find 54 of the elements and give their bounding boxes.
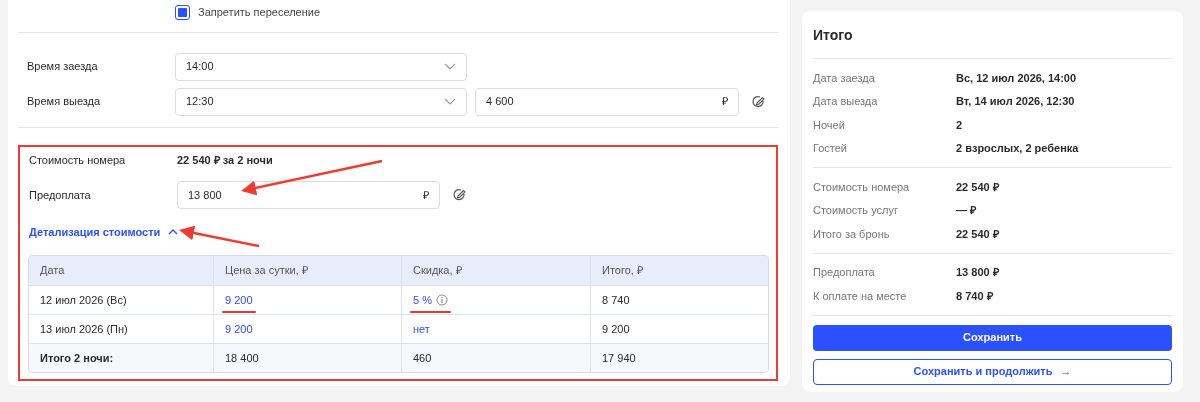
value-link[interactable]: 9 200	[225, 291, 253, 309]
highlight-underline	[410, 311, 451, 314]
summary-label: Ночей	[813, 117, 846, 133]
chevron-up-icon	[168, 228, 179, 236]
summary-label: К оплате на месте	[813, 288, 908, 304]
chevron-down-icon	[444, 97, 456, 106]
summary-value: 22 540 ₽	[956, 179, 999, 195]
checkbox[interactable]	[175, 4, 190, 20]
summary-label: Предоплата	[813, 265, 876, 280]
checkbox-label[interactable]: Запретить переселение	[198, 3, 321, 21]
time-select[interactable]: 14:00	[175, 52, 467, 81]
summary-value: — ₽	[956, 203, 977, 218]
save-continue-button[interactable]: Сохранить и продолжить →	[813, 358, 1172, 385]
chevron-down-icon	[444, 62, 456, 71]
summary-label: Итого за бронь	[813, 226, 891, 242]
table-cell: 460	[402, 343, 591, 372]
summary-value: 2	[956, 117, 963, 133]
column-header: Цена за сутки, ₽	[214, 256, 402, 285]
details-toggle[interactable]: Детализация стоимости	[29, 223, 179, 241]
table-cell: 18 400	[214, 343, 402, 372]
summary-label: Гостей	[813, 141, 848, 156]
summary-value: 22 540 ₽	[956, 226, 999, 242]
table-cell: 8 740	[591, 285, 768, 314]
field-label: Время выезда	[26, 94, 102, 110]
time-select[interactable]: 12:30	[175, 87, 467, 116]
column-header: Скидка, ₽	[402, 256, 591, 285]
field-label: Стоимость номера	[28, 152, 127, 168]
save-button[interactable]: Сохранить	[813, 324, 1172, 351]
column-header: Итого, ₽	[591, 256, 768, 285]
summary-title: Итого	[813, 26, 854, 45]
highlight-underline	[222, 311, 256, 314]
amount-field[interactable]: 4 600 ₽	[475, 87, 739, 116]
table-cell: 17 940	[591, 343, 768, 372]
summary-value: 13 800 ₽	[956, 265, 999, 280]
field-label: Предоплата	[28, 187, 92, 203]
table-cell: Итого 2 ночи:	[29, 343, 214, 372]
field-label: Время заезда	[26, 59, 99, 75]
column-header: Дата	[29, 256, 214, 285]
room-cost-value: 22 540 ₽ за 2 ночи	[177, 152, 273, 168]
summary-value: 8 740 ₽	[956, 288, 993, 304]
summary-label: Дата выезда	[813, 94, 879, 109]
edit-icon[interactable]	[452, 188, 466, 202]
summary-label: Стоимость номера	[813, 179, 911, 195]
prepayment-field[interactable]: 13 800 ₽	[177, 181, 440, 209]
value-link[interactable]: 5 %	[413, 291, 432, 309]
summary-label: Стоимость услуг	[813, 203, 899, 218]
summary-value: Вс, 12 июл 2026, 14:00	[956, 70, 1077, 86]
value-link[interactable]: нет	[413, 320, 430, 338]
edit-icon[interactable]	[751, 94, 765, 109]
summary-value: 2 взрослых, 2 ребенка	[956, 141, 1079, 156]
summary-label: Дата заезда	[813, 70, 876, 86]
table-cell: 12 июл 2026 (Вс)	[29, 285, 214, 314]
summary-value: Вт, 14 июл 2026, 12:30	[956, 94, 1075, 109]
value-link[interactable]: 9 200	[225, 320, 253, 338]
